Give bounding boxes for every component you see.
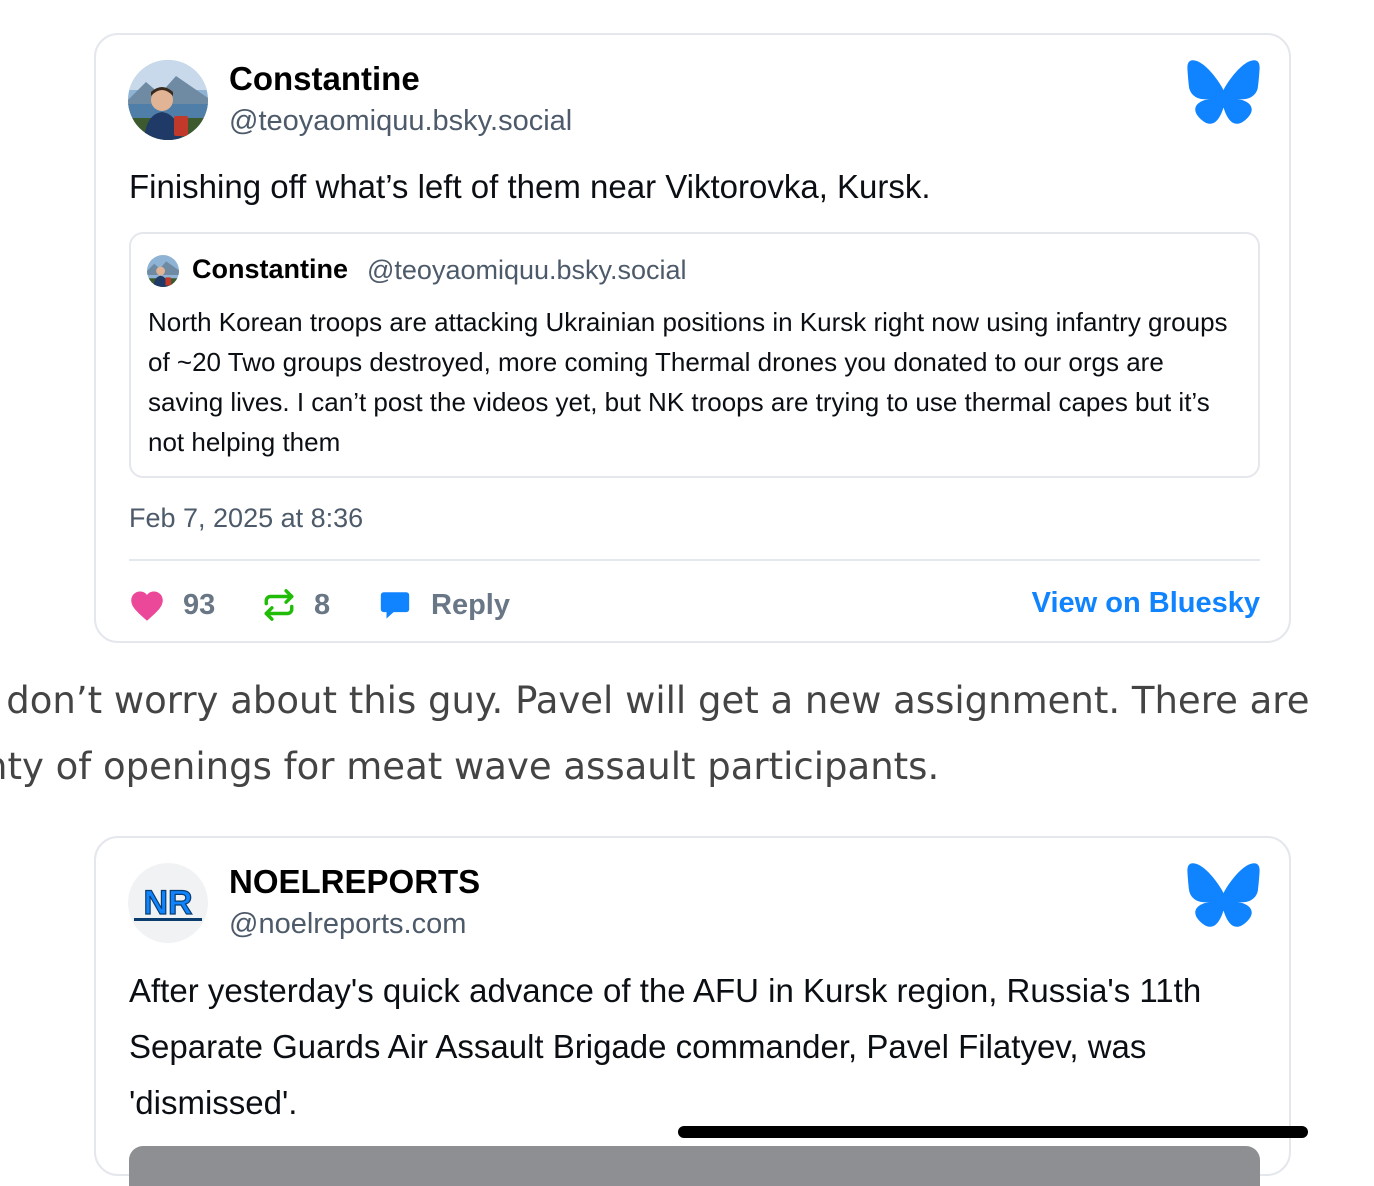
butterfly-icon[interactable]: [1186, 59, 1261, 125]
post-text: After yesterday's quick advance of the A…: [129, 972, 1202, 1121]
post-actions: 93 8 Reply View on Bluesky: [129, 580, 1260, 630]
quoted-author-handle: @teoyaomiquu.bsky.social: [367, 255, 687, 285]
embedded-post-card[interactable]: NR NOELREPORTS @noelreports.com After ye…: [94, 836, 1291, 1186]
article-line: t don’t worry about this guy. Pavel will…: [0, 679, 1310, 722]
quoted-author-name: Constantine: [192, 254, 349, 284]
author-name[interactable]: NOELREPORTS: [229, 863, 480, 901]
embedded-post-card[interactable]: Constantine @teoyaomiquu.bsky.social Fin…: [94, 33, 1291, 643]
repost-button[interactable]: 8: [262, 580, 330, 630]
author-name[interactable]: Constantine: [229, 60, 420, 98]
repost-count: 8: [314, 588, 331, 621]
divider: [129, 559, 1260, 561]
home-indicator[interactable]: [678, 1126, 1308, 1138]
article-paragraph: t don’t worry about this guy. Pavel will…: [0, 668, 1374, 808]
quoted-post[interactable]: Constantine @teoyaomiquu.bsky.social Nor…: [129, 232, 1260, 478]
heart-icon: [129, 588, 165, 622]
like-count: 93: [183, 588, 216, 621]
like-button[interactable]: 93: [129, 580, 215, 630]
reply-label: Reply: [431, 588, 510, 621]
author-avatar[interactable]: [128, 60, 208, 140]
quoted-author-avatar: [147, 255, 179, 287]
author-avatar[interactable]: NR: [128, 863, 208, 943]
repost-icon: [262, 588, 296, 622]
quoted-post-text: North Korean troops are attacking Ukrain…: [148, 307, 1228, 457]
post-text: Finishing off what’s left of them near V…: [129, 168, 931, 205]
post-timestamp[interactable]: Feb 7, 2025 at 8:36: [129, 503, 363, 534]
post-media[interactable]: [129, 1146, 1260, 1186]
speech-bubble-icon: [377, 588, 413, 622]
view-on-bluesky-link[interactable]: View on Bluesky: [1032, 587, 1260, 620]
butterfly-icon[interactable]: [1186, 862, 1261, 928]
nr-logo-text: NR: [143, 884, 192, 922]
author-handle[interactable]: @noelreports.com: [229, 908, 466, 941]
author-handle[interactable]: @teoyaomiquu.bsky.social: [229, 105, 572, 138]
reply-button[interactable]: Reply: [377, 580, 510, 630]
article-line: nty of openings for meat wave assault pa…: [0, 745, 940, 788]
